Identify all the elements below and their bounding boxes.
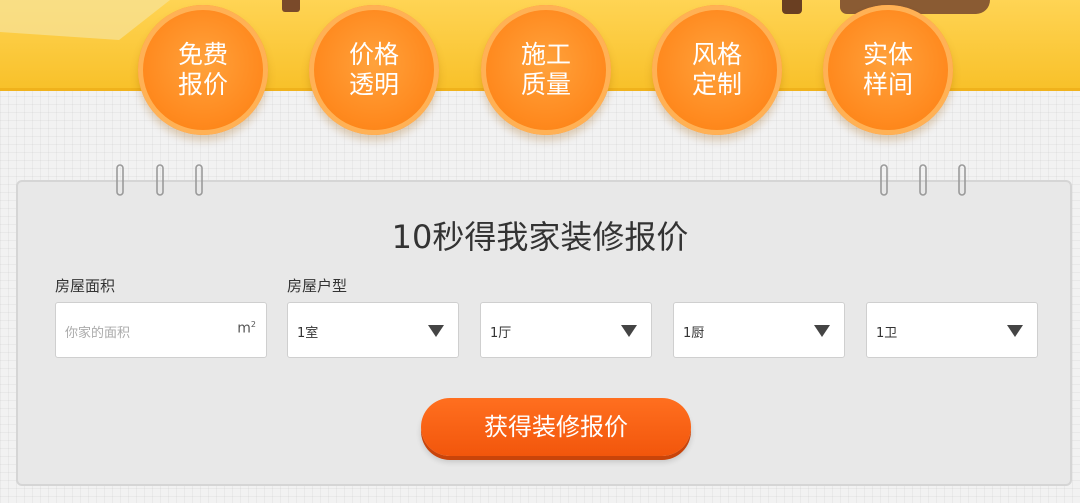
area-placeholder: 你家的面积 [65, 326, 131, 341]
area-unit-base: m [237, 320, 251, 337]
feature-badges: 免费 报价 价格 透明 施工 质量 风格 定制 实体 样间 [0, 0, 1080, 160]
area-unit-exponent: 2 [250, 320, 256, 329]
dropdown-caret-icon [621, 325, 637, 337]
feature-line: 风格 [691, 40, 742, 69]
feature-badge-showroom: 实体 样间 [823, 5, 953, 135]
binder-ring-icon [919, 164, 927, 196]
baths-value: 1卫 [876, 326, 898, 341]
binder-ring-icon [195, 164, 203, 196]
rooms-select[interactable]: 1室 [287, 302, 459, 358]
get-quote-button[interactable]: 获得装修报价 [421, 398, 691, 456]
dropdown-caret-icon [1007, 325, 1023, 337]
kitchens-value: 1厨 [683, 326, 705, 341]
rooms-value: 1室 [297, 326, 319, 341]
area-label: 房屋面积 [55, 277, 116, 295]
feature-badge-custom-style: 风格 定制 [652, 5, 782, 135]
feature-line: 免费 [177, 40, 228, 69]
feature-line: 实体 [862, 40, 913, 69]
feature-line: 质量 [520, 70, 571, 99]
binder-ring-icon [880, 164, 888, 196]
form-title: 10秒得我家装修报价 [391, 218, 689, 256]
feature-badge-transparent-price: 价格 透明 [309, 5, 439, 135]
area-input[interactable]: 你家的面积 m2 [55, 302, 267, 358]
feature-line: 报价 [177, 70, 228, 99]
area-unit: m2 [237, 320, 256, 337]
feature-line: 定制 [691, 70, 742, 99]
feature-line: 样间 [862, 70, 913, 99]
binder-ring-icon [958, 164, 966, 196]
kitchens-select[interactable]: 1厨 [673, 302, 845, 358]
dropdown-caret-icon [814, 325, 830, 337]
feature-badge-construction-quality: 施工 质量 [481, 5, 611, 135]
binder-ring-icon [156, 164, 164, 196]
feature-line: 透明 [348, 70, 399, 99]
layout-label: 房屋户型 [287, 277, 348, 295]
feature-line: 价格 [348, 40, 399, 69]
feature-line: 施工 [520, 40, 571, 69]
halls-value: 1厅 [490, 326, 512, 341]
halls-select[interactable]: 1厅 [480, 302, 652, 358]
dropdown-caret-icon [428, 325, 444, 337]
baths-select[interactable]: 1卫 [866, 302, 1038, 358]
binder-ring-icon [116, 164, 124, 196]
feature-badge-free-quote: 免费 报价 [138, 5, 268, 135]
